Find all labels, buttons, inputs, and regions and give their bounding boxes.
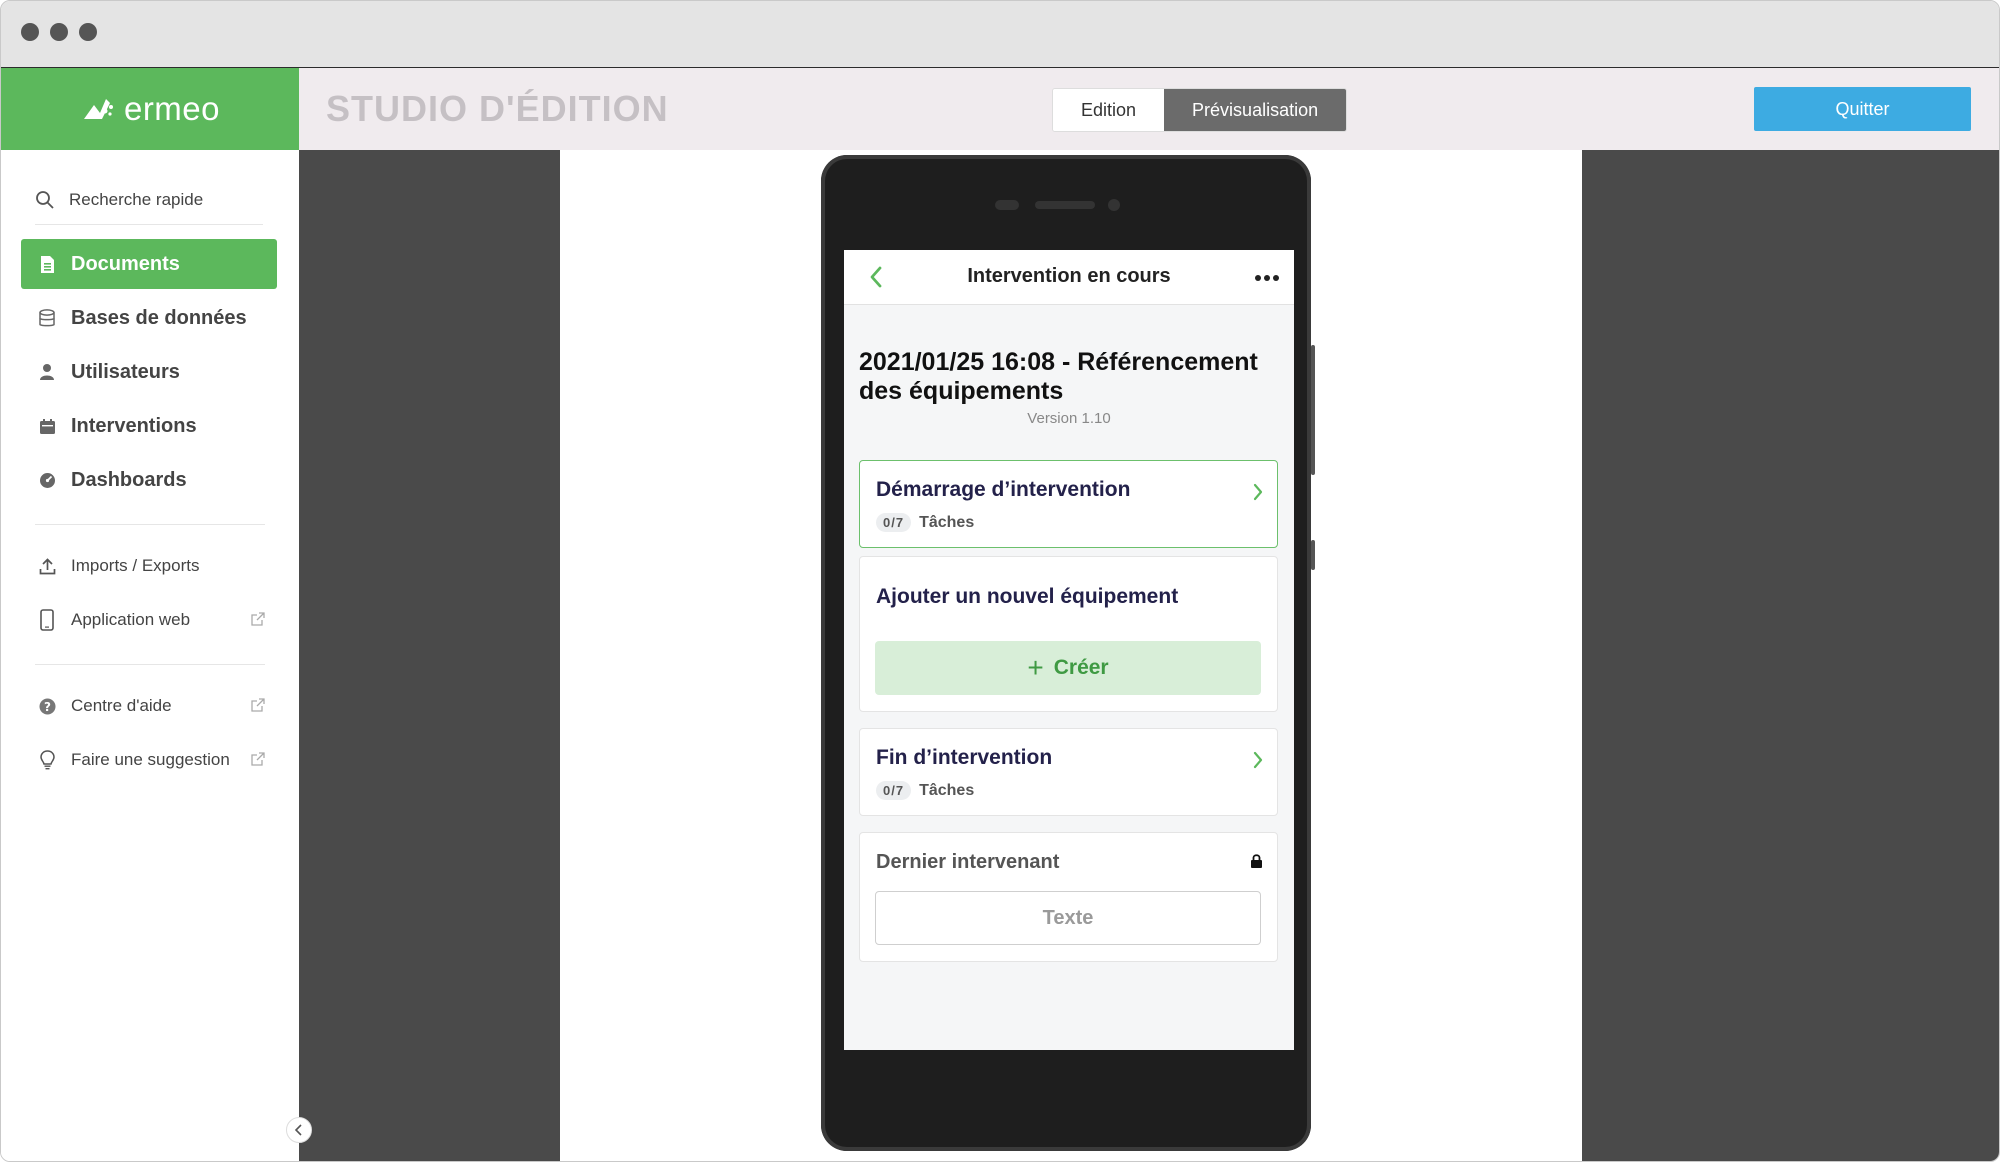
sidebar-item-label: Application web xyxy=(71,610,191,629)
last-operator-field: Texte xyxy=(875,891,1261,945)
help-icon: ? xyxy=(37,698,57,715)
page-title: STUDIO D'ÉDITION xyxy=(326,88,669,129)
ermeo-logo-icon xyxy=(83,99,113,119)
database-icon xyxy=(37,308,57,328)
preview-panel: Intervention en cours 2021/01/25 16:08 -… xyxy=(560,150,1582,1161)
quit-button[interactable]: Quitter xyxy=(1754,87,1971,131)
app-window: ermeo STUDIO D'ÉDITION Edition Prévisual… xyxy=(0,0,2000,1162)
chevron-right-icon xyxy=(1253,483,1263,506)
task-count-badge: 0/7 xyxy=(876,781,912,800)
tasks-indicator: 0/7 Tâches xyxy=(876,513,974,532)
phone-speaker xyxy=(1035,201,1095,209)
section-title: Fin d’intervention xyxy=(876,746,1053,769)
preview-tab[interactable]: Prévisualisation xyxy=(1164,89,1347,131)
section-end-card[interactable]: Fin d’intervention 0/7 Tâches xyxy=(859,728,1278,816)
phone-screen: Intervention en cours 2021/01/25 16:08 -… xyxy=(844,250,1294,1050)
sidebar: Recherche rapide Documents Bases de donn… xyxy=(1,150,299,1161)
sidebar-item-suggestion[interactable]: Faire une suggestion xyxy=(21,740,277,780)
sidebar-item-label: Bases de données xyxy=(71,306,247,329)
sidebar-item-label: Documents xyxy=(71,252,180,275)
mobile-icon xyxy=(37,609,57,631)
window-maximize-dot[interactable] xyxy=(79,23,97,41)
external-link-icon xyxy=(251,612,265,631)
brand-logo[interactable]: ermeo xyxy=(1,68,299,150)
window-titlebar xyxy=(1,1,1999,68)
preview-canvas: Intervention en cours 2021/01/25 16:08 -… xyxy=(299,150,1999,1161)
create-button[interactable]: + Créer xyxy=(875,641,1261,695)
quick-search[interactable]: Recherche rapide xyxy=(35,186,263,225)
phone-sensor xyxy=(995,200,1019,210)
chevron-right-icon xyxy=(1253,751,1263,774)
tasks-label: Tâches xyxy=(919,781,975,799)
sidebar-item-label: Centre d'aide xyxy=(71,696,172,715)
phone-camera xyxy=(1108,199,1120,211)
add-equipment-card: Ajouter un nouvel équipement + Créer xyxy=(859,556,1278,712)
phone-mockup: Intervention en cours 2021/01/25 16:08 -… xyxy=(821,155,1315,1151)
screen-header: Intervention en cours xyxy=(844,250,1294,305)
sidebar-item-label: Imports / Exports xyxy=(71,556,200,575)
section-title: Ajouter un nouvel équipement xyxy=(876,585,1179,608)
mode-toggle: Edition Prévisualisation xyxy=(1052,88,1348,132)
sidebar-item-users[interactable]: Utilisateurs xyxy=(21,347,277,397)
document-icon xyxy=(37,255,57,274)
sidebar-item-help-center[interactable]: ? Centre d'aide xyxy=(21,686,277,726)
user-icon xyxy=(37,363,57,381)
lightbulb-icon xyxy=(37,750,57,770)
search-icon xyxy=(36,191,54,209)
edition-tab[interactable]: Edition xyxy=(1053,89,1165,131)
sidebar-item-label: Dashboards xyxy=(71,468,187,491)
sidebar-item-documents[interactable]: Documents xyxy=(21,239,277,289)
sidebar-item-web-app[interactable]: Application web xyxy=(21,600,277,640)
tasks-indicator: 0/7 Tâches xyxy=(876,781,974,800)
phone-side-button xyxy=(1311,540,1315,570)
window-minimize-dot[interactable] xyxy=(50,23,68,41)
dashboard-icon xyxy=(37,472,57,489)
create-label: Créer xyxy=(1053,656,1109,679)
lock-icon xyxy=(1250,853,1263,874)
sidebar-item-label: Interventions xyxy=(71,414,197,437)
tasks-label: Tâches xyxy=(919,513,975,531)
phone-side-button xyxy=(1311,345,1315,475)
app-header: ermeo STUDIO D'ÉDITION Edition Prévisual… xyxy=(1,68,1999,150)
sidebar-divider xyxy=(35,524,265,525)
sidebar-item-databases[interactable]: Bases de données xyxy=(21,293,277,343)
field-label: Dernier intervenant xyxy=(876,851,1060,873)
window-close-dot[interactable] xyxy=(21,23,39,41)
calendar-icon xyxy=(37,418,57,435)
external-link-icon xyxy=(251,752,265,771)
plus-icon: + xyxy=(1027,652,1044,683)
task-count-badge: 0/7 xyxy=(876,513,912,532)
last-operator-card: Dernier intervenant Texte xyxy=(859,832,1278,962)
external-link-icon xyxy=(251,698,265,717)
section-title: Démarrage d’intervention xyxy=(876,478,1131,501)
document-version: Version 1.10 xyxy=(1027,410,1111,427)
sidebar-item-imports-exports[interactable]: Imports / Exports xyxy=(21,546,277,586)
svg-text:?: ? xyxy=(44,700,51,714)
chevron-left-icon xyxy=(294,1124,302,1136)
sidebar-item-label: Faire une suggestion xyxy=(71,750,230,769)
collapse-sidebar-button[interactable] xyxy=(286,1117,312,1143)
sidebar-item-label: Utilisateurs xyxy=(71,360,180,383)
screen-title: Intervention en cours xyxy=(967,265,1171,287)
search-placeholder: Recherche rapide xyxy=(69,190,204,209)
upload-icon xyxy=(37,557,57,575)
sidebar-divider xyxy=(35,664,265,665)
brand-name: ermeo xyxy=(123,90,221,127)
sidebar-item-dashboards[interactable]: Dashboards xyxy=(21,455,277,505)
document-title: 2021/01/25 16:08 - Référencement des équ… xyxy=(859,348,1258,405)
more-options-icon[interactable] xyxy=(1255,275,1279,281)
section-start-card[interactable]: Démarrage d’intervention 0/7 Tâches xyxy=(859,460,1278,548)
sidebar-item-interventions[interactable]: Interventions xyxy=(21,401,277,451)
